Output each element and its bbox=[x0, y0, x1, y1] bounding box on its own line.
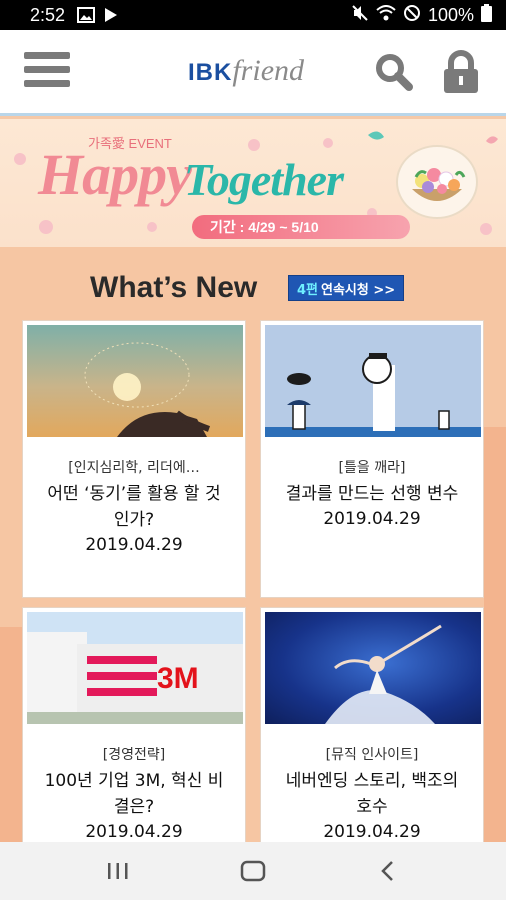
back-icon[interactable] bbox=[368, 851, 408, 891]
gallery-notification-icon bbox=[77, 7, 96, 23]
event-banner[interactable]: 가족愛 EVENT Happy Together 기간 : 4/29 ~ 5/1… bbox=[0, 119, 506, 247]
app-logo[interactable]: IBKfriend bbox=[188, 54, 304, 88]
article-title: 어떤 ‘동기’를 활용 할 것인가? bbox=[47, 484, 221, 530]
article-thumbnail bbox=[265, 325, 481, 437]
decorative-building-right bbox=[484, 427, 506, 842]
play-notification-icon bbox=[103, 7, 119, 23]
system-nav-bar bbox=[0, 842, 506, 900]
content-area: What’s New 4편 연속시청 >> [인지심리학, 리더에… 어떤 ‘동… bbox=[0, 247, 506, 842]
article-category: [틀을 깨라] bbox=[338, 460, 406, 476]
logo-friend: friend bbox=[232, 54, 305, 87]
article-card[interactable]: 3M [경영전략] 100년 기업 3M, 혁신 비결은? 2019.04.29 bbox=[22, 607, 246, 842]
battery-icon bbox=[481, 3, 492, 27]
article-card[interactable]: [인지심리학, 리더에… 어떤 ‘동기’를 활용 할 것인가? 2019.04.… bbox=[22, 320, 246, 598]
binge-watch-button[interactable]: 4편 연속시청 >> bbox=[288, 275, 405, 301]
article-title: 네버엔딩 스토리, 백조의 호수 bbox=[285, 771, 459, 817]
logo-ibk: IBK bbox=[188, 59, 233, 86]
article-date: 2019.04.29 bbox=[323, 509, 421, 529]
status-right: 100% bbox=[351, 3, 492, 27]
recent-apps-icon[interactable] bbox=[98, 851, 138, 891]
dnd-icon bbox=[403, 4, 421, 27]
article-thumbnail bbox=[265, 612, 481, 724]
article-title: 100년 기업 3M, 혁신 비결은? bbox=[44, 771, 224, 817]
banner-title-happy: Happy bbox=[38, 142, 192, 207]
battery-percent: 100% bbox=[427, 4, 474, 25]
wifi-icon bbox=[376, 4, 396, 26]
article-category: [뮤직 인사이트] bbox=[325, 747, 419, 763]
banner-title-together: Together bbox=[184, 154, 344, 205]
binge-count: 4편 bbox=[297, 282, 319, 298]
whats-new-title: What’s New bbox=[90, 271, 258, 304]
article-date: 2019.04.29 bbox=[323, 822, 421, 842]
app-header: IBKfriend bbox=[0, 30, 506, 116]
status-time: 2:52 bbox=[30, 4, 66, 25]
article-date: 2019.04.29 bbox=[85, 535, 183, 555]
article-category: [경영전략] bbox=[102, 747, 166, 763]
brand-3m-sign: 3M bbox=[157, 662, 199, 695]
home-icon[interactable] bbox=[233, 851, 273, 891]
article-category: [인지심리학, 리더에… bbox=[68, 460, 200, 476]
menu-icon[interactable] bbox=[24, 52, 70, 94]
article-title: 결과를 만드는 선행 변수 bbox=[285, 484, 459, 504]
status-bar: 2:52 100% bbox=[0, 0, 506, 30]
flower-basket-image bbox=[396, 145, 478, 219]
event-period: 기간 : 4/29 ~ 5/10 bbox=[192, 215, 410, 239]
binge-label: 연속시청 >> bbox=[321, 282, 396, 298]
article-thumbnail bbox=[27, 325, 243, 437]
article-card[interactable]: [틀을 깨라] 결과를 만드는 선행 변수 2019.04.29 bbox=[260, 320, 484, 598]
lock-icon[interactable] bbox=[442, 50, 480, 94]
search-icon[interactable] bbox=[374, 52, 414, 92]
mute-icon bbox=[351, 4, 369, 27]
article-card[interactable]: [뮤직 인사이트] 네버엔딩 스토리, 백조의 호수 2019.04.29 bbox=[260, 607, 484, 842]
article-thumbnail: 3M bbox=[27, 612, 243, 724]
article-date: 2019.04.29 bbox=[85, 822, 183, 842]
